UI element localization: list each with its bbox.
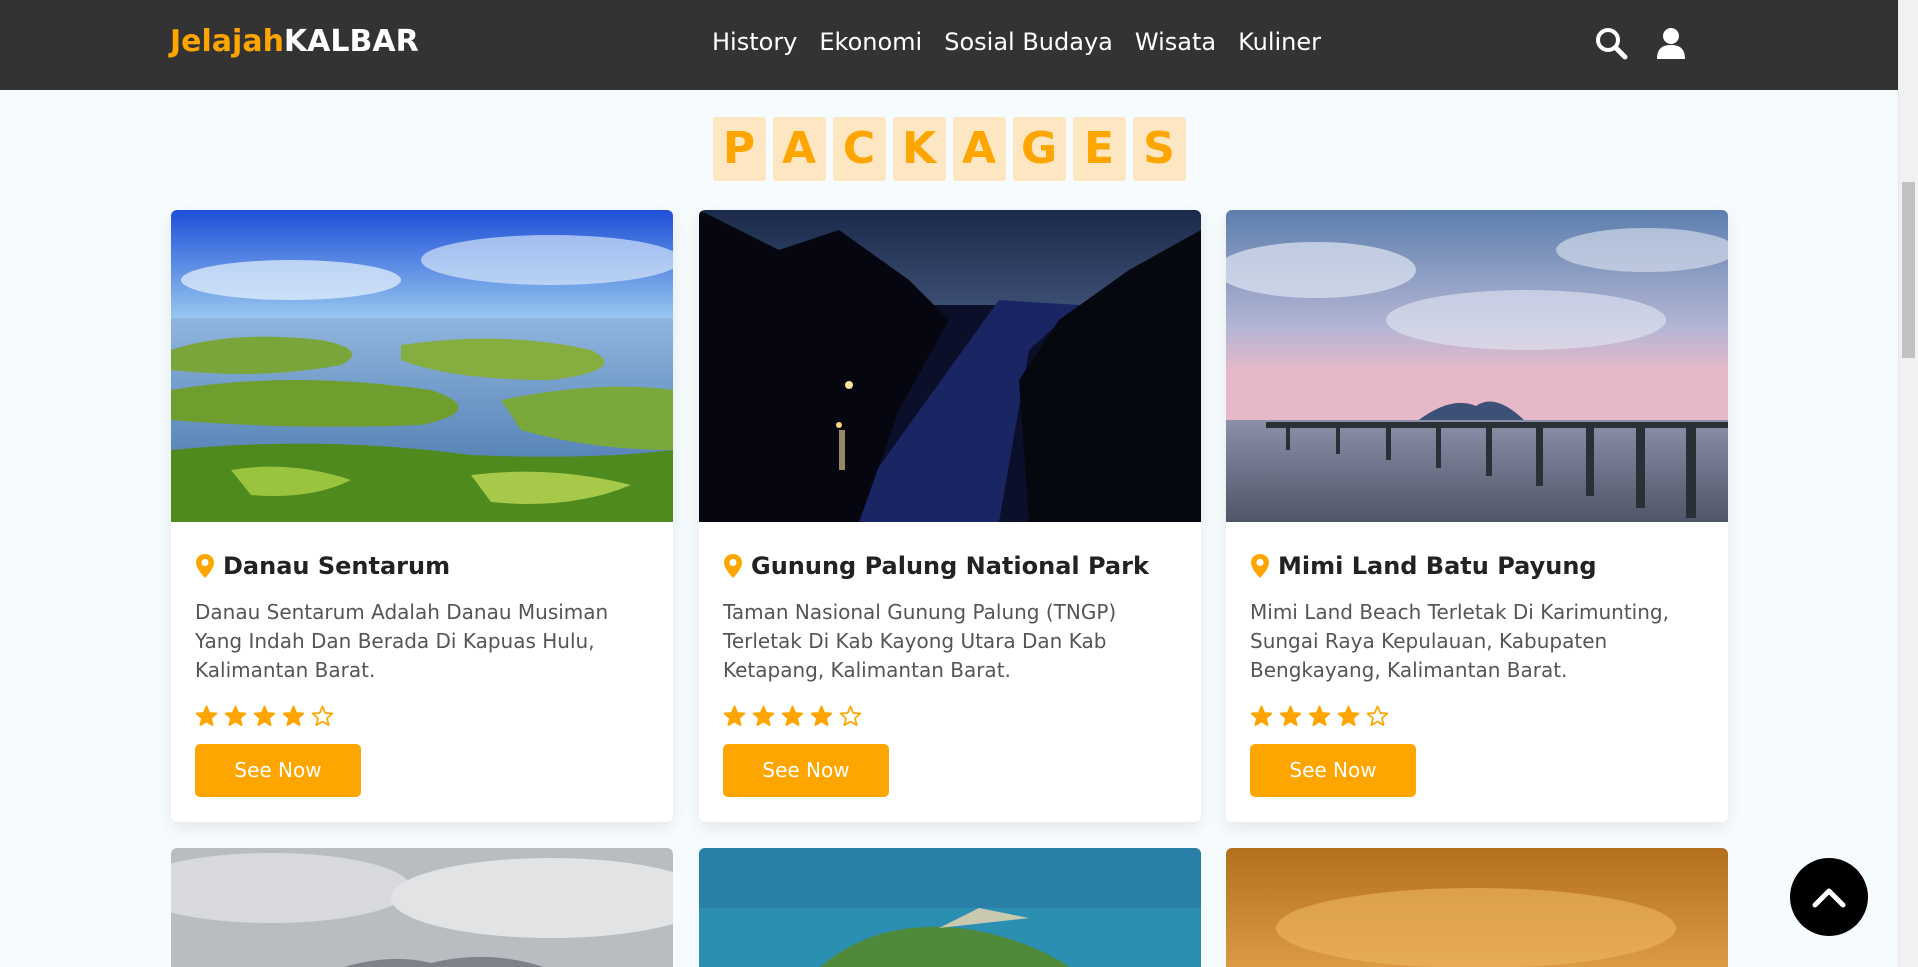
logo-part2: KALBAR: [283, 24, 419, 59]
nav-wisata[interactable]: Wisata: [1135, 28, 1216, 56]
rating-stars: [1250, 705, 1704, 728]
package-title: Danau Sentarum: [195, 552, 649, 580]
map-pin-icon: [724, 554, 742, 578]
package-image-gunung-palung[interactable]: [699, 210, 1201, 522]
star-filled-icon: [781, 705, 804, 726]
heading-letter: G: [1012, 117, 1066, 181]
star-filled-icon: [1308, 705, 1331, 726]
star-filled-icon: [224, 705, 247, 726]
package-image-sunset: [1226, 848, 1728, 967]
back-to-top-button[interactable]: [1790, 858, 1868, 936]
see-now-button[interactable]: See Now: [1250, 744, 1416, 797]
heading-letter: K: [892, 117, 946, 181]
heading-letter: A: [772, 117, 826, 181]
package-title: Mimi Land Batu Payung: [1250, 552, 1704, 580]
rating-stars: [723, 705, 1177, 728]
star-filled-icon: [810, 705, 833, 726]
package-image-island-aerial: [699, 848, 1201, 967]
package-title-text: Danau Sentarum: [223, 552, 451, 580]
nav-history[interactable]: History: [712, 28, 797, 56]
star-outline-icon: [311, 705, 334, 726]
top-navbar: JelajahKALBAR History Ekonomi Sosial Bud…: [0, 0, 1898, 90]
package-image-cloudy-mountain: [171, 848, 673, 967]
heading-letter: C: [832, 117, 886, 181]
heading-letter: P: [712, 117, 766, 181]
package-description: Danau Sentarum Adalah Danau Musiman Yang…: [195, 600, 609, 682]
package-title-text: Mimi Land Batu Payung: [1278, 552, 1597, 580]
map-pin-icon: [196, 554, 214, 578]
map-pin-icon: [1251, 554, 1269, 578]
packages-heading: P A C K A G E S: [0, 117, 1898, 181]
package-card-partial[interactable]: [699, 848, 1201, 967]
see-now-button[interactable]: See Now: [195, 744, 361, 797]
nav-sosial-budaya[interactable]: Sosial Budaya: [944, 28, 1113, 56]
package-image-danau-sentarum[interactable]: [171, 210, 673, 522]
package-card-partial[interactable]: [171, 848, 673, 967]
star-filled-icon: [253, 705, 276, 726]
main-nav: History Ekonomi Sosial Budaya Wisata Kul…: [712, 28, 1321, 56]
package-card-partial[interactable]: [1226, 848, 1728, 967]
star-filled-icon: [723, 705, 746, 726]
nav-ekonomi[interactable]: Ekonomi: [819, 28, 922, 56]
chevron-up-icon: [1812, 888, 1846, 908]
star-filled-icon: [752, 705, 775, 726]
package-title: Gunung Palung National Park: [723, 552, 1177, 580]
page-scrollbar[interactable]: [1898, 0, 1918, 967]
star-filled-icon: [1250, 705, 1273, 726]
package-card: Danau Sentarum Danau Sentarum Adalah Dan…: [171, 210, 673, 822]
heading-letter: E: [1072, 117, 1126, 181]
heading-letter: S: [1132, 117, 1186, 181]
nav-kuliner[interactable]: Kuliner: [1238, 28, 1321, 56]
logo-part1: Jelajah: [170, 24, 284, 59]
site-logo[interactable]: JelajahKALBAR: [170, 24, 419, 59]
package-description: Taman Nasional Gunung Palung (TNGP) Terl…: [723, 600, 1117, 682]
see-now-button[interactable]: See Now: [723, 744, 889, 797]
package-title-text: Gunung Palung National Park: [751, 552, 1149, 580]
package-card: Mimi Land Batu Payung Mimi Land Beach Te…: [1226, 210, 1728, 822]
search-icon[interactable]: [1594, 26, 1628, 60]
star-filled-icon: [195, 705, 218, 726]
rating-stars: [195, 705, 649, 728]
star-filled-icon: [1337, 705, 1360, 726]
package-image-mimi-land[interactable]: [1226, 210, 1728, 522]
star-outline-icon: [839, 705, 862, 726]
star-filled-icon: [282, 705, 305, 726]
package-description: Mimi Land Beach Terletak Di Karimunting,…: [1250, 600, 1669, 682]
header-icons: [1594, 26, 1688, 60]
user-icon[interactable]: [1654, 26, 1688, 60]
package-card: Gunung Palung National Park Taman Nasion…: [699, 210, 1201, 822]
scrollbar-thumb[interactable]: [1902, 182, 1915, 358]
star-filled-icon: [1279, 705, 1302, 726]
heading-letter: A: [952, 117, 1006, 181]
star-outline-icon: [1366, 705, 1389, 726]
